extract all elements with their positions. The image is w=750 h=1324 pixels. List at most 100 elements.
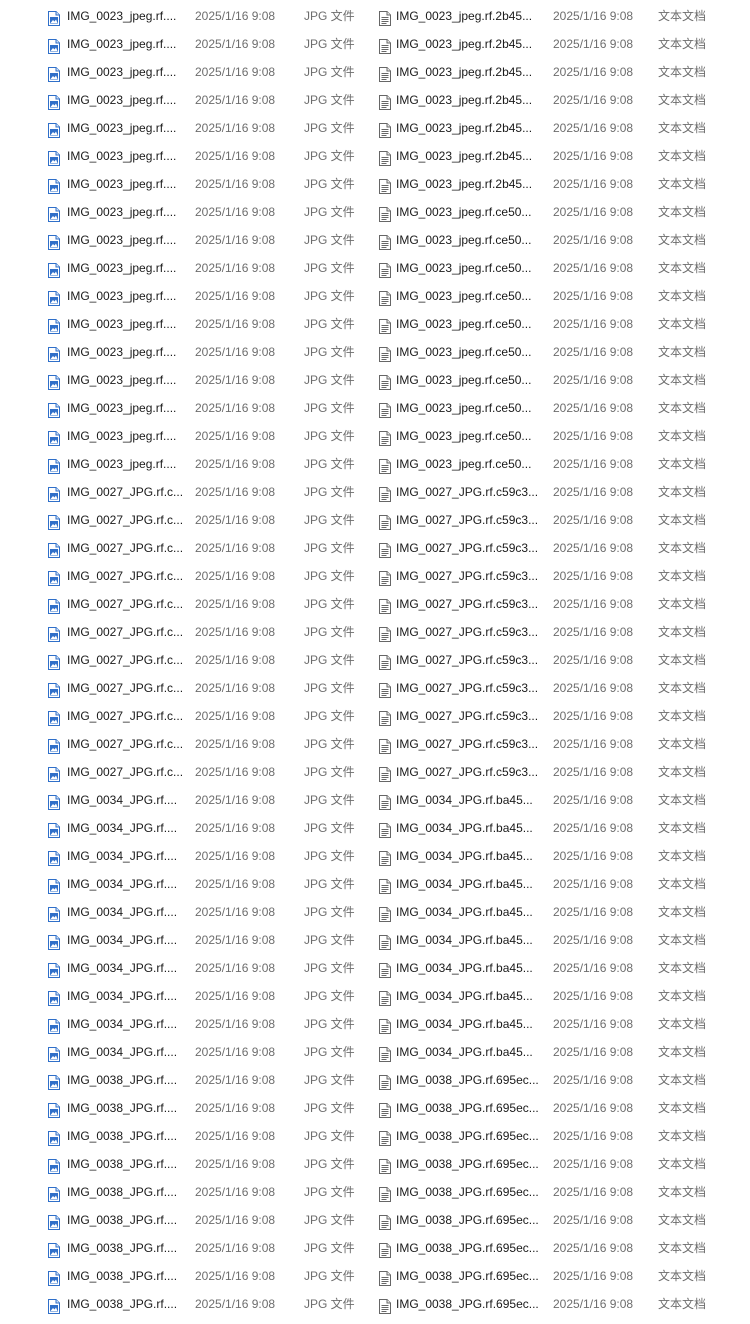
text-file-item[interactable]: IMG_0034_JPG.rf.ba45... 2025/1/16 9:08 文本文… — [370, 1038, 750, 1066]
jpg-file-item[interactable]: IMG_0027_JPG.rf.c... 2025/1/16 9:08 JPG 文件 — [0, 590, 370, 618]
jpg-file-item[interactable]: IMG_0038_JPG.rf.... 2025/1/16 9:08 JPG 文件 — [0, 1178, 370, 1206]
jpg-file-item[interactable]: IMG_0027_JPG.rf.c... 2025/1/16 9:08 JPG 文件 — [0, 506, 370, 534]
text-file-item[interactable]: IMG_0023_jpeg.rf.2b45... 2025/1/16 9:08 文本… — [370, 170, 750, 198]
jpg-file-item[interactable]: IMG_0034_JPG.rf.... 2025/1/16 9:08 JPG 文件 — [0, 1010, 370, 1038]
jpg-file-item[interactable]: IMG_0023_jpeg.rf.... 2025/1/16 9:08 JPG 文件 — [0, 114, 370, 142]
text-file-item[interactable]: IMG_0034_JPG.rf.ba45... 2025/1/16 9:08 文本文… — [370, 926, 750, 954]
text-file-item[interactable]: IMG_0034_JPG.rf.ba45... 2025/1/16 9:08 文本文… — [370, 842, 750, 870]
text-file-item[interactable]: IMG_0023_jpeg.rf.2b45... 2025/1/16 9:08 文本… — [370, 86, 750, 114]
text-document-icon — [379, 232, 391, 250]
jpg-file-item[interactable]: IMG_0027_JPG.rf.c... 2025/1/16 9:08 JPG 文件 — [0, 534, 370, 562]
jpg-file-item[interactable]: IMG_0038_JPG.rf.... 2025/1/16 9:08 JPG 文件 — [0, 1094, 370, 1122]
text-file-item[interactable]: IMG_0027_JPG.rf.c59c3... 2025/1/16 9:08 文本… — [370, 506, 750, 534]
file-name: IMG_0023_jpeg.rf.... — [67, 9, 177, 23]
text-file-item[interactable]: IMG_0027_JPG.rf.c59c3... 2025/1/16 9:08 文本… — [370, 646, 750, 674]
jpg-file-item[interactable]: IMG_0027_JPG.rf.c... 2025/1/16 9:08 JPG 文件 — [0, 702, 370, 730]
text-file-item[interactable]: IMG_0023_jpeg.rf.ce50... 2025/1/16 9:08 文本… — [370, 394, 750, 422]
jpg-file-item[interactable]: IMG_0034_JPG.rf.... 2025/1/16 9:08 JPG 文件 — [0, 926, 370, 954]
text-file-item[interactable]: IMG_0027_JPG.rf.c59c3... 2025/1/16 9:08 文本… — [370, 534, 750, 562]
text-document-icon — [379, 1184, 391, 1202]
text-file-item[interactable]: IMG_0023_jpeg.rf.2b45... 2025/1/16 9:08 文本… — [370, 58, 750, 86]
jpg-file-item[interactable]: IMG_0038_JPG.rf.... 2025/1/16 9:08 JPG 文件 — [0, 1262, 370, 1290]
text-file-item[interactable]: IMG_0023_jpeg.rf.ce50... 2025/1/16 9:08 文本… — [370, 366, 750, 394]
jpg-file-item[interactable]: IMG_0027_JPG.rf.c... 2025/1/16 9:08 JPG 文件 — [0, 674, 370, 702]
text-file-item[interactable]: IMG_0038_JPG.rf.695ec... 2025/1/16 9:08 文本… — [370, 1122, 750, 1150]
file-row: IMG_0023_jpeg.rf.... 2025/1/16 9:08 JPG 文件… — [0, 170, 750, 198]
text-file-item[interactable]: IMG_0038_JPG.rf.695ec... 2025/1/16 9:08 文本… — [370, 1094, 750, 1122]
text-file-item[interactable]: IMG_0027_JPG.rf.c59c3... 2025/1/16 9:08 文本… — [370, 730, 750, 758]
text-file-item[interactable]: IMG_0027_JPG.rf.c59c3... 2025/1/16 9:08 文本… — [370, 702, 750, 730]
jpg-file-item[interactable]: IMG_0023_jpeg.rf.... 2025/1/16 9:08 JPG 文件 — [0, 2, 370, 30]
file-type: JPG 文件 — [304, 1101, 355, 1115]
jpg-file-item[interactable]: IMG_0038_JPG.rf.... 2025/1/16 9:08 JPG 文件 — [0, 1150, 370, 1178]
jpg-file-item[interactable]: IMG_0034_JPG.rf.... 2025/1/16 9:08 JPG 文件 — [0, 1038, 370, 1066]
text-file-item[interactable]: IMG_0027_JPG.rf.c59c3... 2025/1/16 9:08 文本… — [370, 562, 750, 590]
text-file-item[interactable]: IMG_0027_JPG.rf.c59c3... 2025/1/16 9:08 文本… — [370, 590, 750, 618]
jpg-file-item[interactable]: IMG_0023_jpeg.rf.... 2025/1/16 9:08 JPG 文件 — [0, 310, 370, 338]
jpg-file-item[interactable]: IMG_0027_JPG.rf.c... 2025/1/16 9:08 JPG 文件 — [0, 758, 370, 786]
text-file-item[interactable]: IMG_0038_JPG.rf.695ec... 2025/1/16 9:08 文本… — [370, 1178, 750, 1206]
jpg-file-item[interactable]: IMG_0023_jpeg.rf.... 2025/1/16 9:08 JPG 文件 — [0, 338, 370, 366]
file-name: IMG_0023_jpeg.rf.... — [67, 457, 177, 471]
text-file-item[interactable]: IMG_0023_jpeg.rf.ce50... 2025/1/16 9:08 文本… — [370, 338, 750, 366]
jpg-file-item[interactable]: IMG_0034_JPG.rf.... 2025/1/16 9:08 JPG 文件 — [0, 982, 370, 1010]
jpg-file-item[interactable]: IMG_0023_jpeg.rf.... 2025/1/16 9:08 JPG 文件 — [0, 254, 370, 282]
text-file-item[interactable]: IMG_0038_JPG.rf.695ec... 2025/1/16 9:08 文本… — [370, 1234, 750, 1262]
jpg-file-item[interactable]: IMG_0023_jpeg.rf.... 2025/1/16 9:08 JPG 文件 — [0, 170, 370, 198]
jpg-file-item[interactable]: IMG_0023_jpeg.rf.... 2025/1/16 9:08 JPG 文件 — [0, 198, 370, 226]
text-file-item[interactable]: IMG_0027_JPG.rf.c59c3... 2025/1/16 9:08 文本… — [370, 674, 750, 702]
text-file-item[interactable]: IMG_0038_JPG.rf.695ec... 2025/1/16 9:08 文本… — [370, 1150, 750, 1178]
text-file-item[interactable]: IMG_0023_jpeg.rf.2b45... 2025/1/16 9:08 文本… — [370, 142, 750, 170]
jpg-file-item[interactable]: IMG_0038_JPG.rf.... 2025/1/16 9:08 JPG 文件 — [0, 1122, 370, 1150]
text-file-item[interactable]: IMG_0034_JPG.rf.ba45... 2025/1/16 9:08 文本文… — [370, 1010, 750, 1038]
text-file-item[interactable]: IMG_0034_JPG.rf.ba45... 2025/1/16 9:08 文本文… — [370, 814, 750, 842]
text-file-item[interactable]: IMG_0038_JPG.rf.695ec... 2025/1/16 9:08 文本… — [370, 1066, 750, 1094]
text-file-item[interactable]: IMG_0023_jpeg.rf.2b45... 2025/1/16 9:08 文本… — [370, 30, 750, 58]
jpg-file-item[interactable]: IMG_0023_jpeg.rf.... 2025/1/16 9:08 JPG 文件 — [0, 394, 370, 422]
text-file-item[interactable]: IMG_0027_JPG.rf.c59c3... 2025/1/16 9:08 文本… — [370, 478, 750, 506]
text-file-item[interactable]: IMG_0023_jpeg.rf.ce50... 2025/1/16 9:08 文本… — [370, 254, 750, 282]
jpg-file-item[interactable]: IMG_0027_JPG.rf.c... 2025/1/16 9:08 JPG 文件 — [0, 730, 370, 758]
text-file-item[interactable]: IMG_0027_JPG.rf.c59c3... 2025/1/16 9:08 文本… — [370, 618, 750, 646]
jpg-file-item[interactable]: IMG_0027_JPG.rf.c... 2025/1/16 9:08 JPG 文件 — [0, 646, 370, 674]
jpg-file-item[interactable]: IMG_0034_JPG.rf.... 2025/1/16 9:08 JPG 文件 — [0, 898, 370, 926]
jpg-file-item[interactable]: IMG_0023_jpeg.rf.... 2025/1/16 9:08 JPG 文件 — [0, 282, 370, 310]
text-file-item[interactable]: IMG_0034_JPG.rf.ba45... 2025/1/16 9:08 文本文… — [370, 954, 750, 982]
jpg-file-item[interactable]: IMG_0023_jpeg.rf.... 2025/1/16 9:08 JPG 文件 — [0, 366, 370, 394]
text-file-item[interactable]: IMG_0023_jpeg.rf.ce50... 2025/1/16 9:08 文本… — [370, 422, 750, 450]
jpg-file-item[interactable]: IMG_0034_JPG.rf.... 2025/1/16 9:08 JPG 文件 — [0, 842, 370, 870]
jpg-file-item[interactable]: IMG_0023_jpeg.rf.... 2025/1/16 9:08 JPG 文件 — [0, 142, 370, 170]
jpg-file-item[interactable]: IMG_0034_JPG.rf.... 2025/1/16 9:08 JPG 文件 — [0, 814, 370, 842]
jpg-file-item[interactable]: IMG_0023_jpeg.rf.... 2025/1/16 9:08 JPG 文件 — [0, 226, 370, 254]
jpg-file-item[interactable]: IMG_0034_JPG.rf.... 2025/1/16 9:08 JPG 文件 — [0, 786, 370, 814]
jpg-file-item[interactable]: IMG_0027_JPG.rf.c... 2025/1/16 9:08 JPG 文件 — [0, 562, 370, 590]
jpg-file-item[interactable]: IMG_0023_jpeg.rf.... 2025/1/16 9:08 JPG 文件 — [0, 86, 370, 114]
jpg-file-item[interactable]: IMG_0023_jpeg.rf.... 2025/1/16 9:08 JPG 文件 — [0, 58, 370, 86]
jpg-file-item[interactable]: IMG_0034_JPG.rf.... 2025/1/16 9:08 JPG 文件 — [0, 870, 370, 898]
text-file-item[interactable]: IMG_0023_jpeg.rf.2b45... 2025/1/16 9:08 文本… — [370, 2, 750, 30]
jpg-file-item[interactable]: IMG_0023_jpeg.rf.... 2025/1/16 9:08 JPG 文件 — [0, 30, 370, 58]
text-file-item[interactable]: IMG_0023_jpeg.rf.ce50... 2025/1/16 9:08 文本… — [370, 226, 750, 254]
text-file-item[interactable]: IMG_0023_jpeg.rf.ce50... 2025/1/16 9:08 文本… — [370, 198, 750, 226]
text-file-item[interactable]: IMG_0023_jpeg.rf.ce50... 2025/1/16 9:08 文本… — [370, 310, 750, 338]
jpg-file-item[interactable]: IMG_0034_JPG.rf.... 2025/1/16 9:08 JPG 文件 — [0, 954, 370, 982]
text-file-item[interactable]: IMG_0034_JPG.rf.ba45... 2025/1/16 9:08 文本文… — [370, 898, 750, 926]
text-file-item[interactable]: IMG_0038_JPG.rf.695ec... 2025/1/16 9:08 文本… — [370, 1206, 750, 1234]
jpg-file-item[interactable]: IMG_0027_JPG.rf.c... 2025/1/16 9:08 JPG 文件 — [0, 478, 370, 506]
text-file-item[interactable]: IMG_0023_jpeg.rf.ce50... 2025/1/16 9:08 文本… — [370, 450, 750, 478]
text-document-icon — [379, 204, 391, 222]
text-file-item[interactable]: IMG_0034_JPG.rf.ba45... 2025/1/16 9:08 文本文… — [370, 982, 750, 1010]
jpg-file-item[interactable]: IMG_0038_JPG.rf.... 2025/1/16 9:08 JPG 文件 — [0, 1066, 370, 1094]
text-file-item[interactable]: IMG_0023_jpeg.rf.2b45... 2025/1/16 9:08 文本… — [370, 114, 750, 142]
jpg-file-item[interactable]: IMG_0027_JPG.rf.c... 2025/1/16 9:08 JPG 文件 — [0, 618, 370, 646]
jpg-file-item[interactable]: IMG_0023_jpeg.rf.... 2025/1/16 9:08 JPG 文件 — [0, 450, 370, 478]
jpg-file-item[interactable]: IMG_0023_jpeg.rf.... 2025/1/16 9:08 JPG 文件 — [0, 422, 370, 450]
text-file-item[interactable]: IMG_0023_jpeg.rf.ce50... 2025/1/16 9:08 文本… — [370, 282, 750, 310]
text-file-item[interactable]: IMG_0038_JPG.rf.695ec... 2025/1/16 9:08 文本… — [370, 1262, 750, 1290]
text-file-item[interactable]: IMG_0034_JPG.rf.ba45... 2025/1/16 9:08 文本文… — [370, 870, 750, 898]
file-date-modified: 2025/1/16 9:08 — [553, 1185, 634, 1199]
jpg-file-item[interactable]: IMG_0038_JPG.rf.... 2025/1/16 9:08 JPG 文件 — [0, 1206, 370, 1234]
jpg-file-item[interactable]: IMG_0038_JPG.rf.... 2025/1/16 9:08 JPG 文件 — [0, 1234, 370, 1262]
text-file-item[interactable]: IMG_0034_JPG.rf.ba45... 2025/1/16 9:08 文本文… — [370, 786, 750, 814]
text-file-item[interactable]: IMG_0027_JPG.rf.c59c3... 2025/1/16 9:08 文本… — [370, 758, 750, 786]
